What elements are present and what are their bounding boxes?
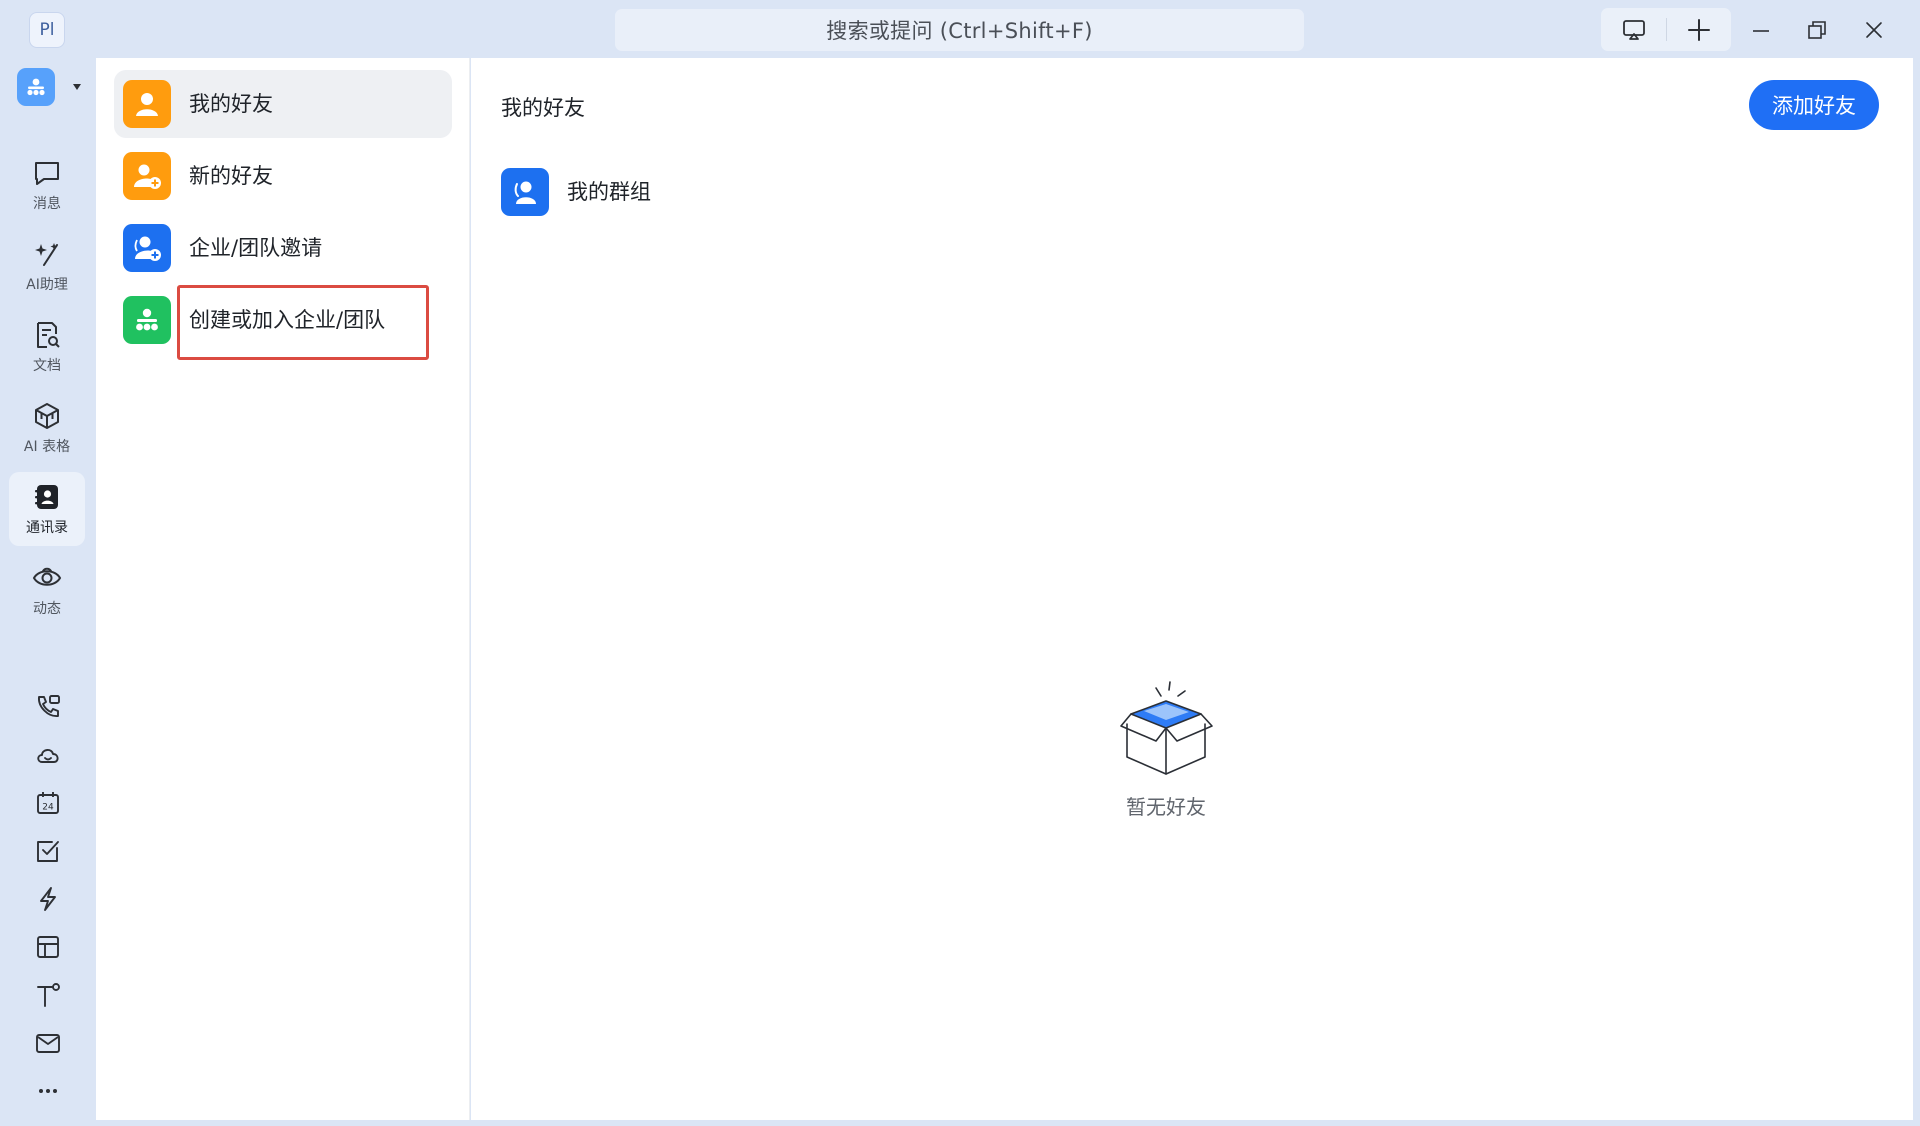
nav-messages[interactable]: 消息 [9,148,85,222]
nav-label: 动态 [33,600,61,617]
close-icon[interactable] [1854,10,1894,50]
message-icon [35,161,59,185]
lightning-icon[interactable] [29,880,67,918]
calendar-day: 24 [42,803,54,813]
nav-contacts[interactable]: 通讯录 [9,472,85,546]
nav-label: AI助理 [26,276,68,293]
mail-icon[interactable] [29,1024,67,1062]
nav-label: 通讯录 [26,519,68,536]
menu-label: 我的好友 [189,92,273,116]
menu-my-friends[interactable]: 我的好友 [114,70,452,138]
add-friend-button[interactable]: 添加好友 [1749,80,1879,130]
box-icon[interactable] [29,928,67,966]
nav-rail: 消息 AI助理 文档 AI 表格 通讯录 动态 24 [0,58,96,1126]
plus-icon[interactable] [1666,8,1731,51]
menu-label: 新的好友 [189,164,273,188]
empty-text: 暂无好友 [1126,795,1206,819]
main-panel: 我的好友 添加好友 我的群组 暂无好友 [471,58,1913,1120]
org-icon [17,68,55,106]
search-input[interactable]: 搜索或提问 (Ctrl+Shift+F) [615,9,1304,51]
ai-sparkle-icon [35,242,58,266]
text-icon[interactable] [29,976,67,1014]
empty-state: 暂无好友 [1091,618,1241,819]
page-title: 我的好友 [501,96,585,120]
nav-ai-assistant[interactable]: AI助理 [9,229,85,303]
team-invite-icon [123,224,171,272]
my-groups-item[interactable]: 我的群组 [501,168,761,218]
todo-icon[interactable] [29,832,67,870]
document-icon [37,321,60,348]
group-label: 我的群组 [567,180,651,204]
top-action-group [1601,8,1731,51]
contacts-icon [35,484,58,509]
screen-share-icon[interactable] [1601,8,1666,51]
group-icon [501,168,549,216]
menu-create-join-team[interactable]: 创建或加入企业/团队 [114,286,452,354]
org-icon [123,296,171,344]
cloud-icon[interactable] [29,736,67,774]
org-switcher[interactable] [17,68,87,108]
empty-box-icon [1119,678,1214,783]
eye-icon [32,567,62,586]
user-icon [123,80,171,128]
contacts-panel: 我的好友 新的好友 企业/团队邀请 创建或加入企业/团队 [96,58,470,1120]
nav-ai-table[interactable]: AI 表格 [9,391,85,465]
more-icon[interactable] [29,1072,67,1110]
menu-label: 创建或加入企业/团队 [189,308,386,332]
phone-icon[interactable] [29,688,67,726]
caret-down-icon [72,83,82,91]
calendar-icon[interactable]: 24 [29,784,67,822]
nav-label: 文档 [33,357,61,374]
add-user-icon [123,152,171,200]
menu-label: 企业/团队邀请 [189,236,323,260]
restore-icon[interactable] [1797,10,1837,50]
nav-label: 消息 [33,195,61,212]
nav-moments[interactable]: 动态 [9,553,85,627]
nav-label: AI 表格 [23,438,71,455]
nav-docs[interactable]: 文档 [9,310,85,384]
menu-new-friends[interactable]: 新的好友 [114,142,452,210]
app-avatar[interactable]: Pl [29,12,65,48]
menu-team-invites[interactable]: 企业/团队邀请 [114,214,452,282]
search-placeholder: 搜索或提问 (Ctrl+Shift+F) [826,19,1093,43]
title-bar: Pl 搜索或提问 (Ctrl+Shift+F) [0,0,1920,58]
ai-table-icon [35,402,59,429]
minimize-icon[interactable] [1741,10,1781,50]
